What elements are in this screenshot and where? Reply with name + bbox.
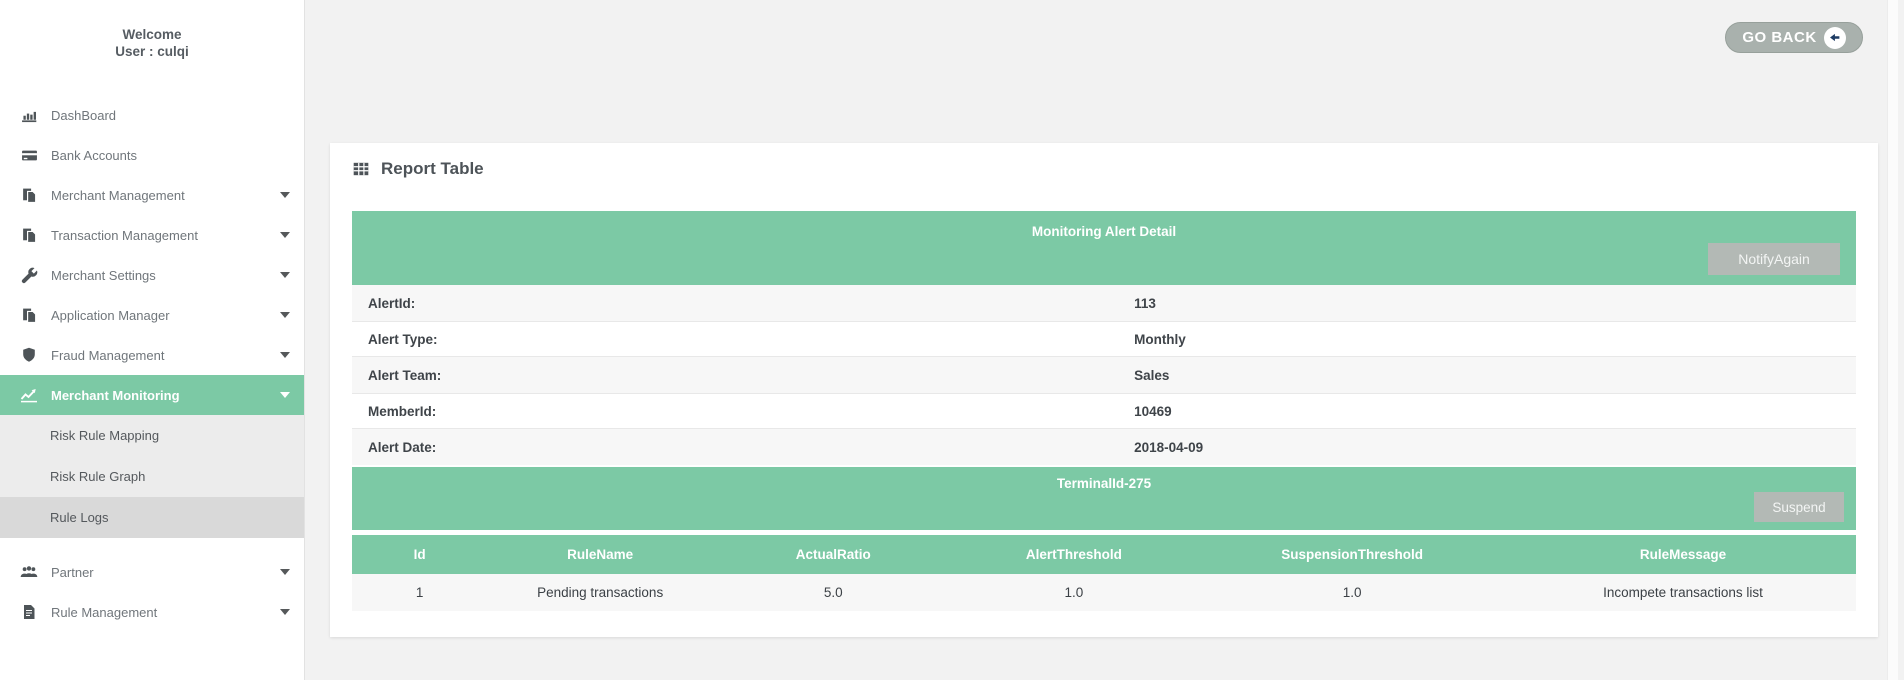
sidebar-item-merchant-monitoring[interactable]: Merchant Monitoring [0, 375, 304, 415]
welcome-line: Welcome [0, 26, 304, 43]
cell-id: 1 [352, 574, 487, 611]
submenu-item-label: Risk Rule Graph [50, 469, 145, 484]
sidebar-item-rule-management[interactable]: Rule Management [0, 592, 304, 632]
submenu-item-label: Rule Logs [50, 510, 109, 525]
column-header-actualratio: ActualRatio [713, 535, 954, 574]
field-label: Alert Date: [352, 440, 1134, 455]
sidebar: Welcome User : culqi DashBoard Bank Acco… [0, 0, 305, 680]
field-label: AlertId: [352, 296, 1134, 311]
field-value: Monthly [1134, 332, 1856, 347]
rules-table: Id RuleName ActualRatio AlertThreshold S… [352, 535, 1856, 611]
sidebar-item-application-manager[interactable]: Application Manager [0, 295, 304, 335]
cell-alertthreshold: 1.0 [954, 574, 1195, 611]
back-arrow-icon [1824, 27, 1846, 49]
sidebar-item-label: Fraud Management [51, 348, 280, 363]
welcome-user: User : culqi [0, 43, 304, 60]
cell-suspensionthreshold: 1.0 [1194, 574, 1510, 611]
sidebar-item-merchant-settings[interactable]: Merchant Settings [0, 255, 304, 295]
chevron-down-icon [280, 312, 290, 318]
copy-pages-icon [20, 226, 38, 244]
credit-card-icon [20, 146, 38, 164]
alert-detail-table: AlertId: 113 Alert Type: Monthly Alert T… [352, 285, 1856, 465]
detail-row-alert-type: Alert Type: Monthly [352, 321, 1856, 357]
copy-pages-icon [20, 306, 38, 324]
chevron-down-icon [280, 609, 290, 615]
alert-section-header: Monitoring Alert Detail NotifyAgain [352, 211, 1856, 285]
notify-again-button[interactable]: NotifyAgain [1708, 243, 1840, 275]
detail-row-alert-id: AlertId: 113 [352, 285, 1856, 321]
sidebar-item-label: Rule Management [51, 605, 280, 620]
sidebar-item-fraud-management[interactable]: Fraud Management [0, 335, 304, 375]
field-value: 2018-04-09 [1134, 440, 1856, 455]
merchant-monitoring-submenu: Risk Rule Mapping Risk Rule Graph Rule L… [0, 415, 304, 538]
sidebar-item-merchant-management[interactable]: Merchant Management [0, 175, 304, 215]
terminal-section-header: TerminalId-275 Suspend [352, 467, 1856, 530]
sidebar-item-label: Merchant Settings [51, 268, 280, 283]
submenu-item-risk-rule-mapping[interactable]: Risk Rule Mapping [0, 415, 304, 456]
submenu-item-label: Risk Rule Mapping [50, 428, 159, 443]
field-value: Sales [1134, 368, 1856, 383]
users-icon [20, 563, 38, 581]
field-value: 10469 [1134, 404, 1856, 419]
sidebar-item-label: Bank Accounts [51, 148, 290, 163]
detail-row-alert-team: Alert Team: Sales [352, 357, 1856, 393]
scrollbar[interactable] [1887, 0, 1898, 680]
column-header-alertthreshold: AlertThreshold [954, 535, 1195, 574]
go-back-button[interactable]: GO BACK [1725, 22, 1863, 53]
detail-row-member-id: MemberId: 10469 [352, 393, 1856, 429]
table-icon [352, 160, 370, 178]
page-title: Report Table [381, 159, 484, 179]
column-header-suspensionthreshold: SuspensionThreshold [1194, 535, 1510, 574]
sidebar-nav: DashBoard Bank Accounts Merchant Managem… [0, 95, 304, 632]
chevron-down-icon [280, 352, 290, 358]
terminal-section-title: TerminalId-275 [352, 467, 1856, 491]
report-card-title: Report Table [352, 159, 1856, 179]
detail-row-alert-date: Alert Date: 2018-04-09 [352, 429, 1856, 465]
bar-chart-icon [20, 106, 38, 124]
nav-divider-gap [0, 538, 304, 552]
sidebar-item-label: Application Manager [51, 308, 280, 323]
sidebar-item-label: Merchant Management [51, 188, 280, 203]
field-value: 113 [1134, 296, 1856, 311]
main-content: GO BACK Report Table Monitoring Alert De… [305, 0, 1904, 680]
chevron-down-icon [280, 192, 290, 198]
sidebar-item-label: Partner [51, 565, 280, 580]
cell-rulemessage: Incompete transactions list [1510, 574, 1856, 611]
column-header-id: Id [352, 535, 487, 574]
chevron-down-icon [280, 272, 290, 278]
alert-section-title: Monitoring Alert Detail [352, 211, 1856, 239]
submenu-item-risk-rule-graph[interactable]: Risk Rule Graph [0, 456, 304, 497]
sidebar-item-label: DashBoard [51, 108, 290, 123]
cell-rulename: Pending transactions [487, 574, 713, 611]
chevron-down-icon [280, 232, 290, 238]
sidebar-item-label: Transaction Management [51, 228, 280, 243]
cell-actualratio: 5.0 [713, 574, 954, 611]
shield-icon [20, 346, 38, 364]
column-header-rulemessage: RuleMessage [1510, 535, 1856, 574]
submenu-item-rule-logs[interactable]: Rule Logs [0, 497, 304, 538]
column-header-rulename: RuleName [487, 535, 713, 574]
copy-pages-icon [20, 186, 38, 204]
chevron-down-icon [280, 392, 290, 398]
line-chart-icon [20, 386, 38, 404]
app-window: Welcome User : culqi DashBoard Bank Acco… [0, 0, 1904, 680]
sidebar-item-label: Merchant Monitoring [51, 388, 280, 403]
rules-table-header-row: Id RuleName ActualRatio AlertThreshold S… [352, 535, 1856, 574]
wrench-icon [20, 266, 38, 284]
go-back-label: GO BACK [1742, 29, 1816, 46]
sidebar-item-partner[interactable]: Partner [0, 552, 304, 592]
sidebar-item-bank-accounts[interactable]: Bank Accounts [0, 135, 304, 175]
file-text-icon [20, 603, 38, 621]
suspend-button[interactable]: Suspend [1754, 492, 1844, 522]
welcome-message: Welcome User : culqi [0, 26, 304, 60]
field-label: MemberId: [352, 404, 1134, 419]
report-card: Report Table Monitoring Alert Detail Not… [330, 143, 1878, 637]
field-label: Alert Type: [352, 332, 1134, 347]
sidebar-item-transaction-management[interactable]: Transaction Management [0, 215, 304, 255]
sidebar-item-dashboard[interactable]: DashBoard [0, 95, 304, 135]
table-row: 1 Pending transactions 5.0 1.0 1.0 Incom… [352, 574, 1856, 611]
field-label: Alert Team: [352, 368, 1134, 383]
chevron-down-icon [280, 569, 290, 575]
